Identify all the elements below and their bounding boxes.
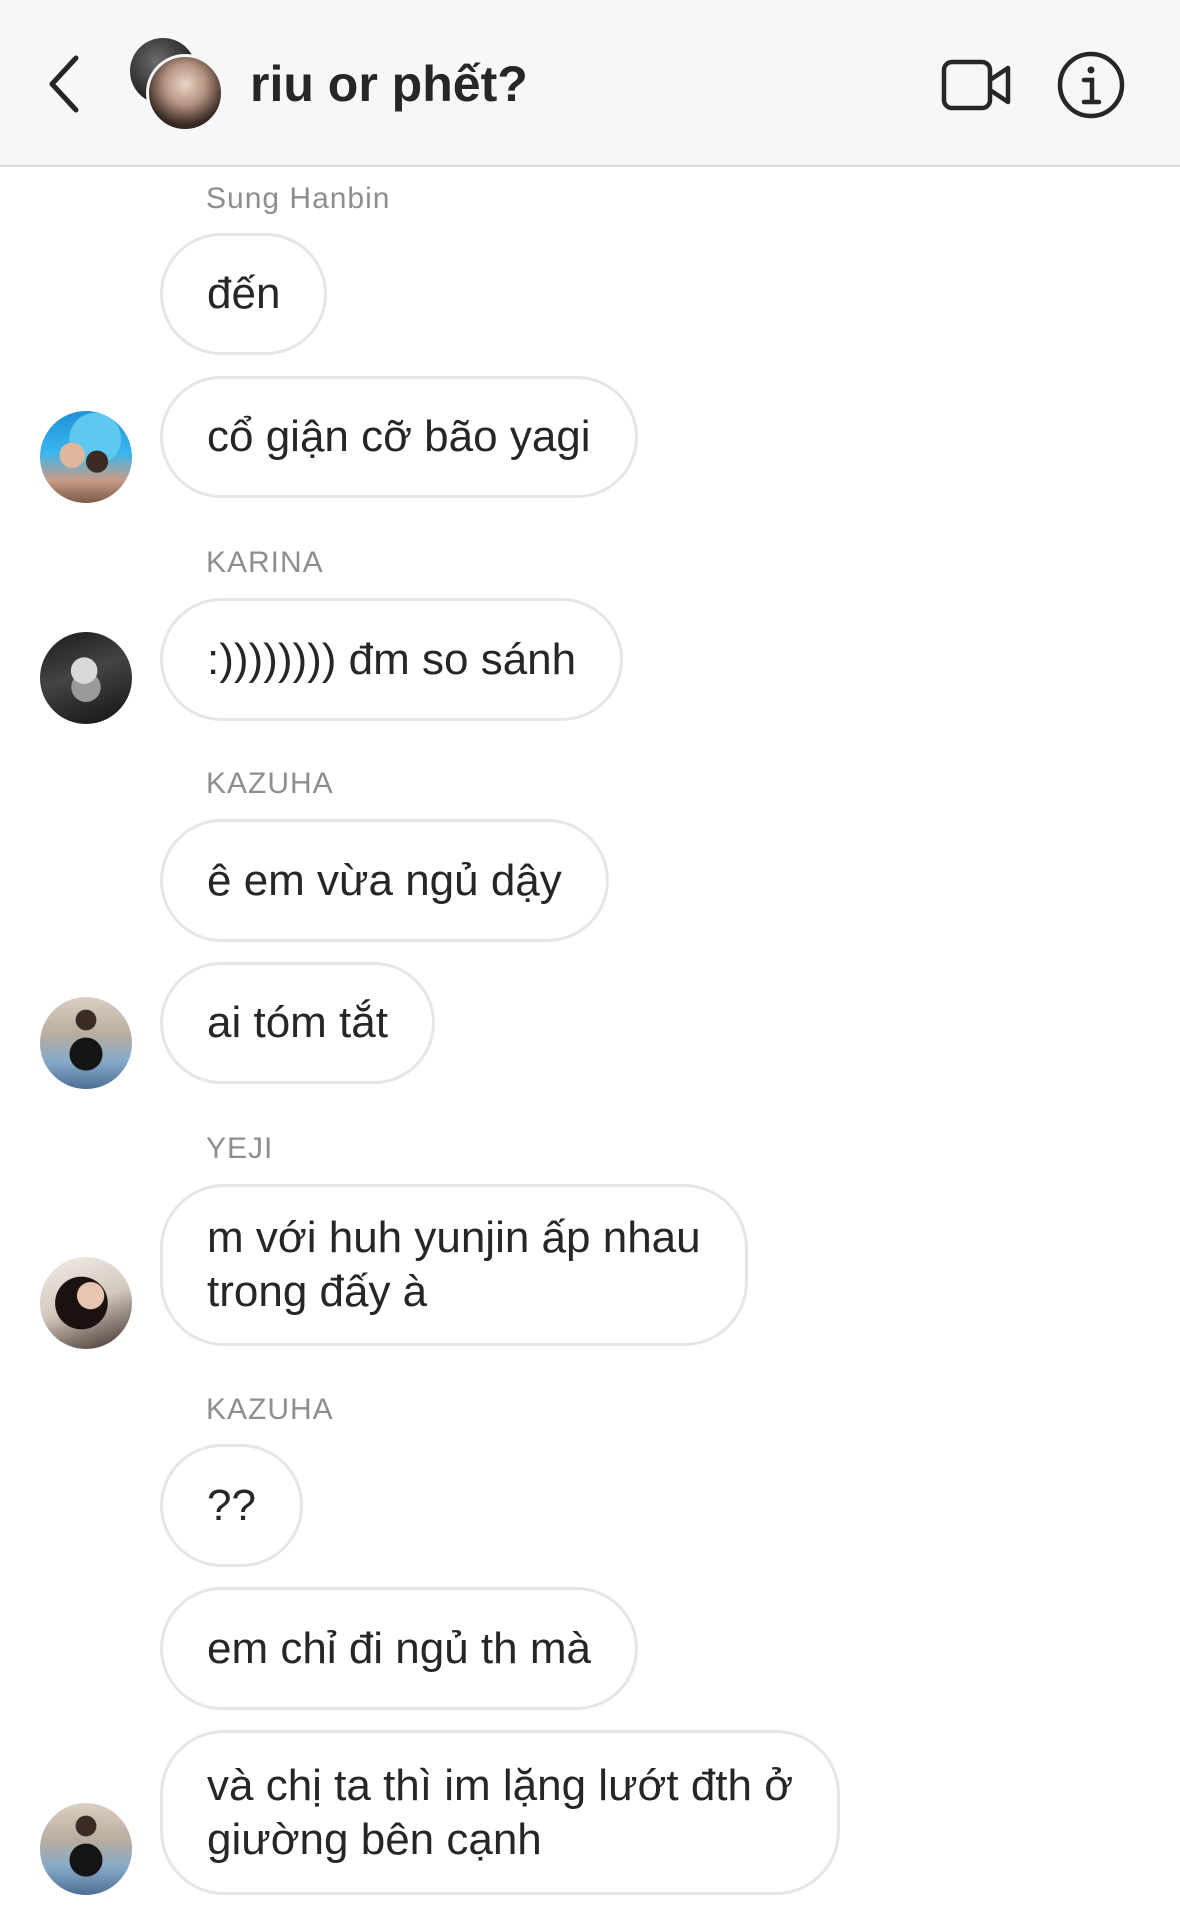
avatar[interactable]	[40, 1257, 132, 1349]
chat-title[interactable]: riu or phết?	[250, 54, 528, 114]
message-thread[interactable]: Sung Hanbin đến cổ giận cỡ bão yagi KARI…	[0, 167, 1180, 1920]
video-camera-icon	[941, 59, 1011, 111]
chat-header: riu or phết?	[0, 0, 1180, 167]
avatar[interactable]	[40, 632, 132, 724]
message-bubble[interactable]: m với huh yunjin ấp nhau trong đấy à	[160, 1184, 748, 1346]
message-bubble[interactable]: em chỉ đi ngủ th mà	[160, 1587, 638, 1710]
info-button[interactable]	[1056, 50, 1126, 120]
info-icon	[1057, 51, 1125, 119]
message-bubble[interactable]: ??	[160, 1444, 303, 1567]
message-bubble[interactable]: và chị ta thì im lặng lướt đth ở giường …	[160, 1730, 841, 1895]
avatar[interactable]	[40, 997, 132, 1089]
message-bubble[interactable]: :)))))))) đm so sánh	[160, 598, 624, 721]
video-call-button[interactable]	[940, 52, 1014, 118]
message-bubble[interactable]: ê em vừa ngủ dậy	[160, 819, 609, 942]
group-avatar-front	[146, 54, 224, 132]
message-bubble[interactable]: đến	[160, 233, 328, 355]
sender-name: KAZUHA	[206, 767, 334, 800]
sender-name: KAZUHA	[206, 1393, 334, 1426]
sender-name: KARINA	[206, 546, 324, 579]
avatar[interactable]	[40, 1803, 132, 1895]
avatar[interactable]	[40, 411, 132, 503]
chevron-left-icon	[49, 55, 79, 113]
back-button[interactable]	[42, 48, 92, 120]
message-bubble[interactable]: cổ giận cỡ bão yagi	[160, 376, 638, 498]
sender-name: YEJI	[206, 1132, 274, 1165]
group-avatar[interactable]	[130, 38, 226, 134]
message-bubble[interactable]: ai tóm tắt	[160, 962, 435, 1084]
sender-name: Sung Hanbin	[206, 182, 391, 215]
